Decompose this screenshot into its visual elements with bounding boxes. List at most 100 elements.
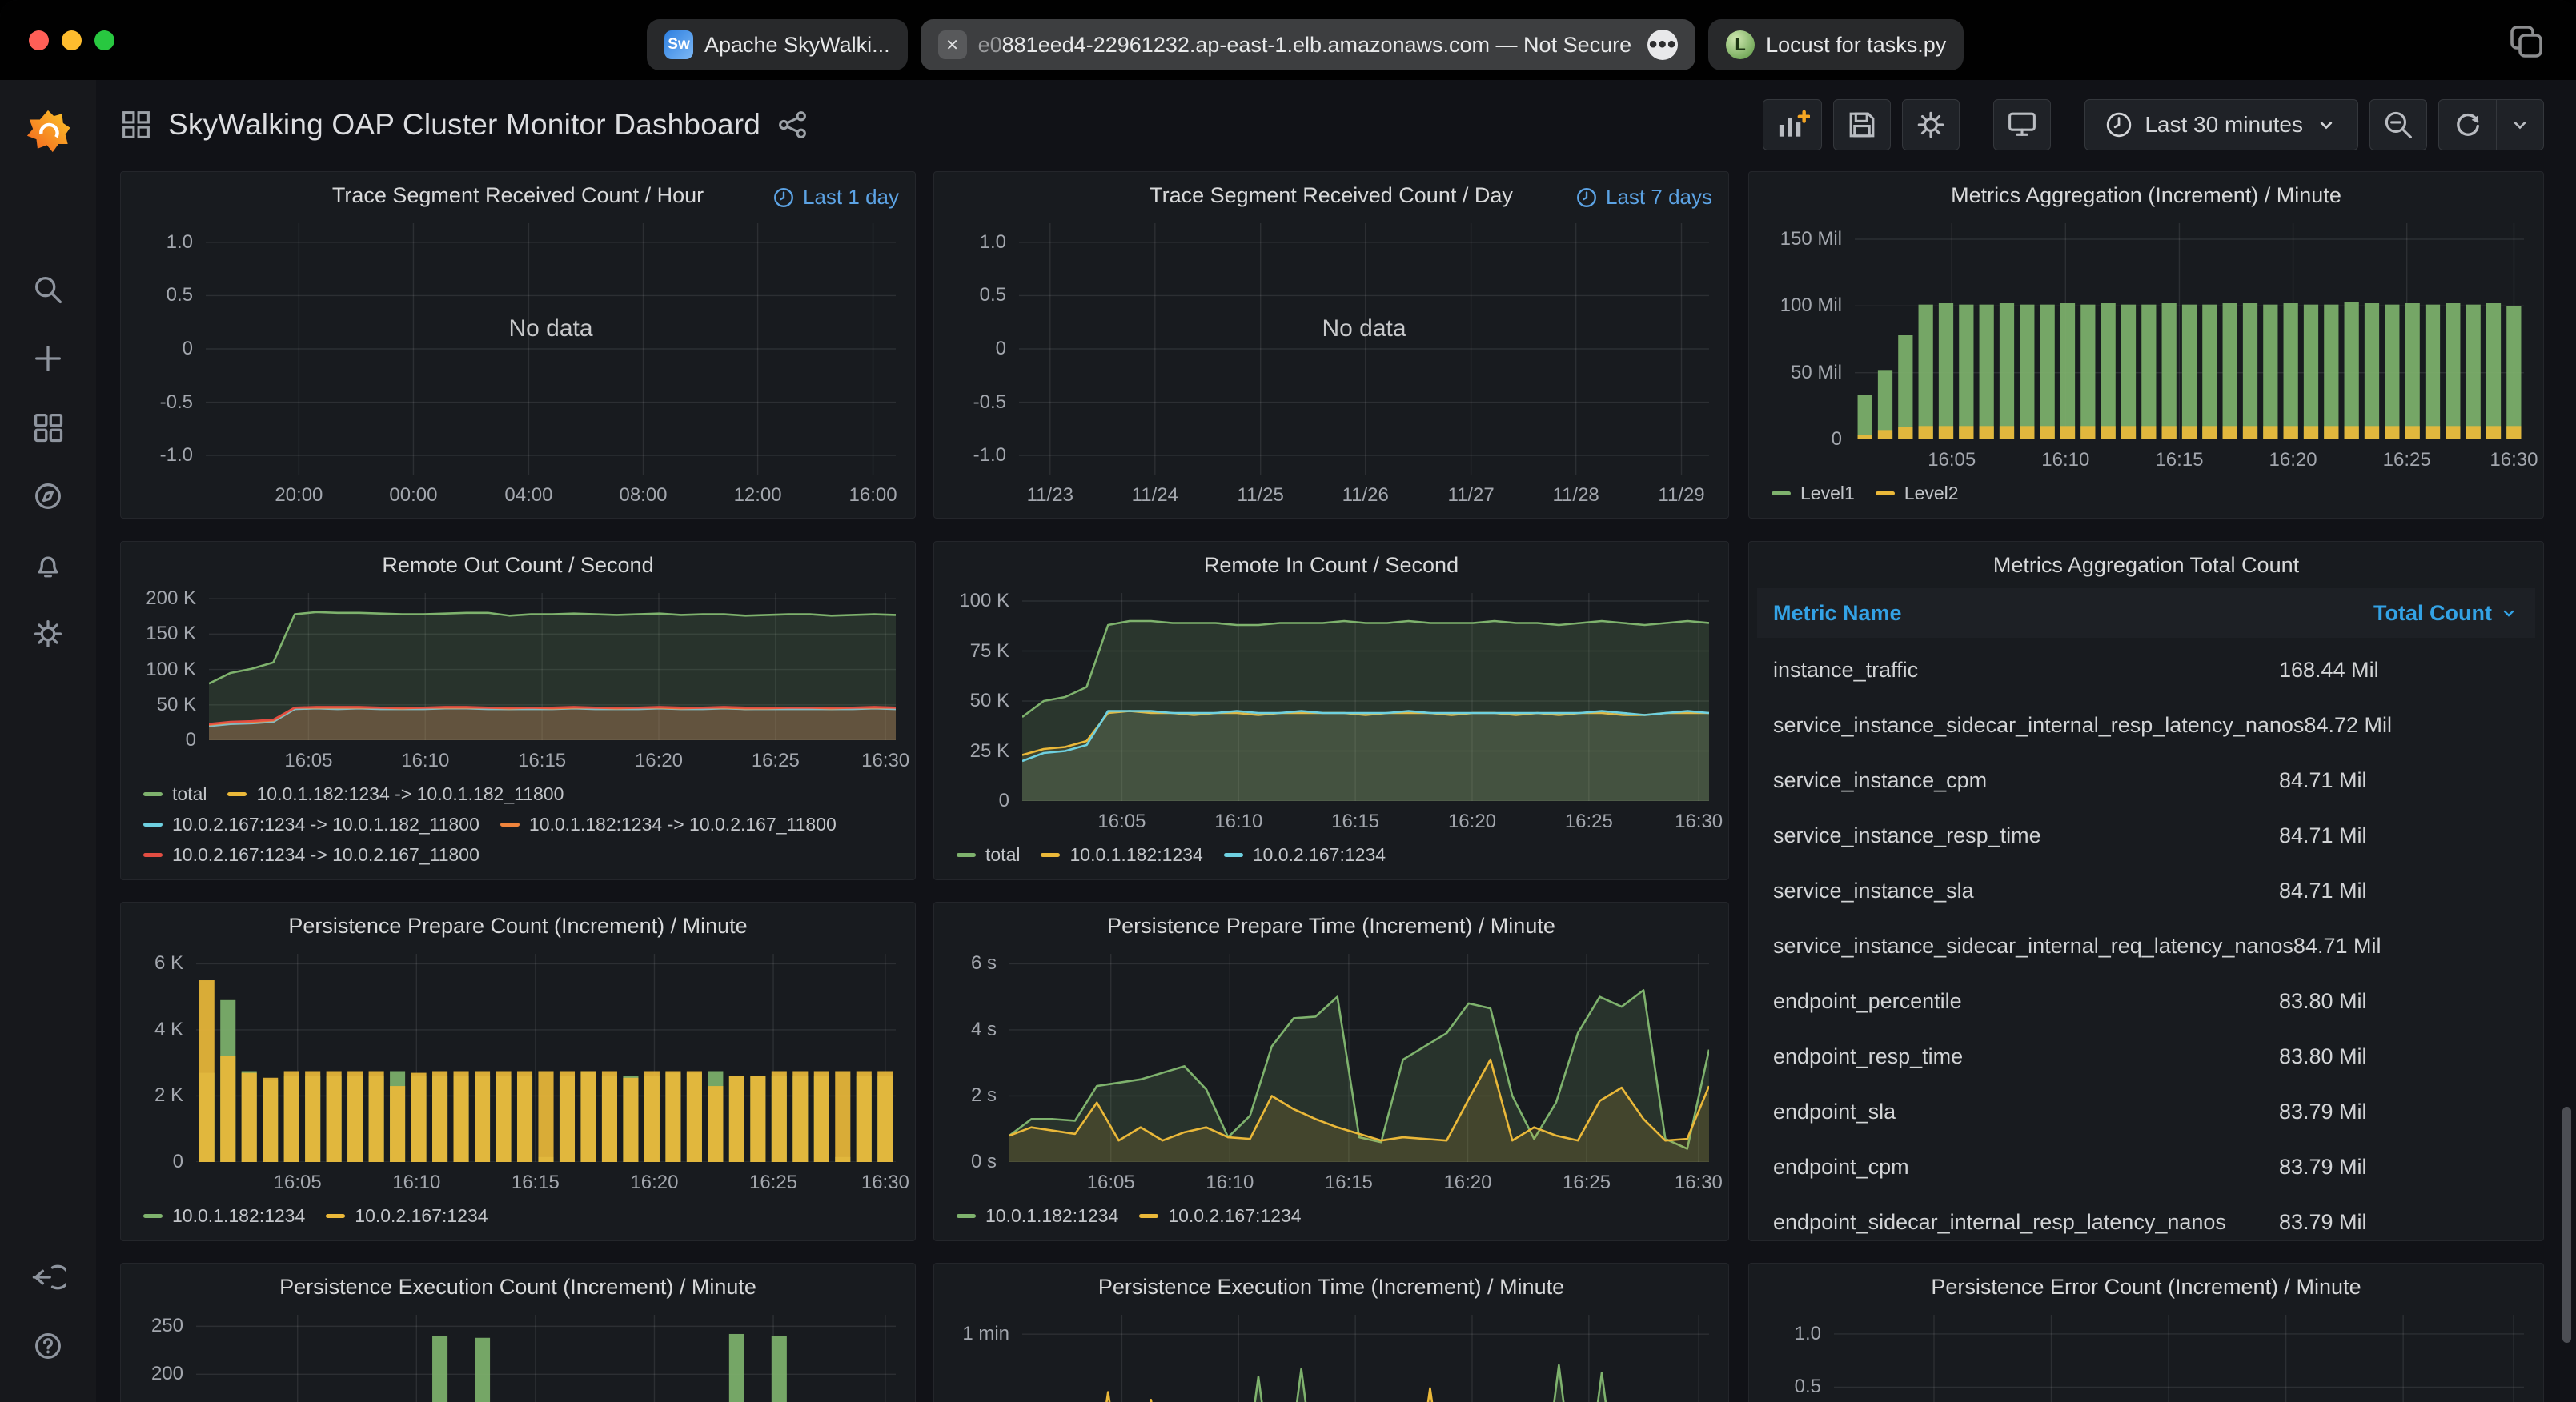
chart-plot-area[interactable] (209, 593, 896, 740)
panel-title[interactable]: Metrics Aggregation Total Count (1749, 542, 2543, 588)
x-axis-label: 16:05 (1928, 449, 1976, 471)
add-panel-button[interactable] (1763, 99, 1822, 150)
legend-item[interactable]: total (143, 779, 207, 809)
add-panel-icon (1775, 107, 1810, 142)
legend-item[interactable]: 10.0.1.182:1234 -> 10.0.1.182_11800 (227, 779, 564, 809)
save-dashboard-button[interactable] (1833, 99, 1891, 150)
table-row: service_instance_sidecar_internal_resp_l… (1749, 698, 2543, 753)
legend-item[interactable]: 10.0.2.167:1234 -> 10.0.1.182_11800 (143, 809, 479, 839)
panel-title[interactable]: Persistence Prepare Count (Increment) / … (121, 903, 915, 949)
chart-plot-area[interactable] (1022, 1315, 1709, 1402)
panel-time-override-badge[interactable]: Last 7 days (1575, 185, 1712, 210)
sidebar-configuration-button[interactable] (14, 600, 82, 667)
x-axis-label: 16:20 (1448, 811, 1496, 833)
window-minimize-button[interactable] (62, 30, 82, 50)
tab-more-icon[interactable]: ••• (1647, 30, 1678, 60)
x-axis-label: 16:00 (849, 484, 897, 507)
x-axis-label: 16:20 (630, 1172, 678, 1194)
panel-time-override-badge[interactable]: Last 1 day (772, 185, 899, 210)
y-axis-label: 75 K (970, 640, 1009, 663)
zoom-out-time-button[interactable] (2369, 99, 2427, 150)
x-axis-label: 16:30 (861, 750, 909, 772)
legend-item[interactable]: Level2 (1876, 478, 1959, 508)
skywalking-favicon-icon: Sw (664, 30, 693, 59)
chart-plot-area[interactable] (1022, 593, 1709, 801)
panel-title[interactable]: Persistence Execution Count (Increment) … (121, 1264, 915, 1310)
y-axis-label: 1.0 (167, 231, 193, 254)
chart-plot-area[interactable] (1009, 954, 1709, 1162)
tab-overview-icon[interactable] (2506, 22, 2547, 64)
x-axis-label: 08:00 (619, 484, 667, 507)
close-tab-icon[interactable]: ✕ (938, 30, 967, 59)
y-axis-label: 6 K (154, 952, 183, 975)
total-count-cell: 83.79 Mil (2279, 1155, 2519, 1180)
metric-name-cell: service_instance_sidecar_internal_req_la… (1773, 934, 2293, 959)
tab-locust[interactable]: L Locust for tasks.py (1708, 19, 1964, 70)
time-range-picker[interactable]: Last 30 minutes (2084, 99, 2358, 150)
chart-plot-area[interactable] (1019, 223, 1709, 475)
browser-window: Sw Apache SkyWalki... ✕ e0881eed4-229612… (0, 0, 2576, 1402)
metric-name-cell: endpoint_sidecar_internal_resp_latency_n… (1773, 1210, 2226, 1235)
x-axis-label: 16:10 (2041, 449, 2089, 471)
sidebar-explore-button[interactable] (14, 463, 82, 530)
chart-plot-area[interactable] (1834, 1315, 2524, 1402)
x-axis-label: 11/23 (1027, 484, 1073, 507)
panel-title[interactable]: Remote Out Count / Second (121, 542, 915, 588)
sidebar-help-button[interactable] (14, 1312, 82, 1380)
sidebar-create-button[interactable] (14, 325, 82, 392)
chart-plot-area[interactable] (1855, 223, 2524, 439)
cycle-view-mode-button[interactable] (1993, 99, 2051, 150)
panel-title[interactable]: Persistence Error Count (Increment) / Mi… (1749, 1264, 2543, 1310)
sidebar-alerting-button[interactable] (14, 531, 82, 599)
y-axis-label: 50 K (157, 694, 196, 716)
dashboard-grid: Trace Segment Received Count / HourLast … (96, 170, 2576, 1402)
grafana-logo[interactable] (14, 98, 82, 165)
legend-item[interactable]: 10.0.1.182:1234 -> 10.0.2.167_11800 (500, 809, 837, 839)
sidebar-search-button[interactable] (14, 256, 82, 323)
tab-grafana-dashboard[interactable]: ✕ e0881eed4-22961232.ap-east-1.elb.amazo… (921, 19, 1696, 70)
locust-favicon-icon: L (1726, 30, 1755, 59)
legend-item[interactable]: 10.0.2.167:1234 (326, 1200, 488, 1231)
table-header-total-count[interactable]: Total Count (2373, 601, 2519, 626)
share-icon[interactable] (776, 109, 809, 141)
y-axis-label: 200 (151, 1363, 183, 1385)
legend-item[interactable]: 10.0.2.167:1234 -> 10.0.2.167_11800 (143, 839, 479, 870)
grafana-sidebar (0, 80, 96, 1402)
refresh-dashboard-button[interactable] (2438, 99, 2496, 150)
total-count-cell: 83.80 Mil (2279, 989, 2519, 1014)
refresh-icon (2452, 109, 2484, 141)
panel-title[interactable]: Persistence Prepare Time (Increment) / M… (934, 903, 1728, 949)
page-title[interactable]: SkyWalking OAP Cluster Monitor Dashboard (168, 108, 760, 142)
window-maximize-button[interactable] (94, 30, 114, 50)
x-axis-label: 11/29 (1658, 484, 1704, 507)
legend-item[interactable]: 10.0.2.167:1234 (1139, 1200, 1301, 1231)
y-axis-label: 1.0 (980, 231, 1006, 254)
y-axis-label: 50 K (970, 690, 1009, 712)
panel-metrics-aggregation-increment-minute: Metrics Aggregation (Increment) / Minute… (1748, 171, 2544, 519)
chart-plot-area[interactable] (206, 223, 896, 475)
legend-item[interactable]: 10.0.1.182:1234 (1041, 839, 1202, 870)
dashboard-settings-button[interactable] (1902, 99, 1960, 150)
window-close-button[interactable] (29, 30, 49, 50)
table-row: endpoint_sla83.79 Mil (1749, 1084, 2543, 1140)
legend-item[interactable]: 10.0.1.182:1234 (143, 1200, 305, 1231)
panel-title[interactable]: Metrics Aggregation (Increment) / Minute (1749, 172, 2543, 218)
chart-plot-area[interactable] (196, 1315, 896, 1402)
sidebar-dashboards-button[interactable] (14, 394, 82, 461)
panel-title[interactable]: Persistence Execution Time (Increment) /… (934, 1264, 1728, 1310)
x-axis-label: 16:25 (1563, 1172, 1611, 1194)
panel-title[interactable]: Remote In Count / Second (934, 542, 1728, 588)
table-header-metric-name[interactable]: Metric Name (1773, 601, 1902, 626)
y-axis-label: 6 s (971, 952, 997, 975)
y-axis-label: 0 (996, 338, 1006, 360)
x-axis-label: 16:15 (512, 1172, 560, 1194)
refresh-interval-dropdown[interactable] (2496, 99, 2544, 150)
legend-item[interactable]: Level1 (1772, 478, 1855, 508)
legend-item[interactable]: total (957, 839, 1020, 870)
sidebar-sign-in-button[interactable] (14, 1244, 82, 1311)
chart-plot-area[interactable] (196, 954, 896, 1162)
legend-item[interactable]: 10.0.1.182:1234 (957, 1200, 1118, 1231)
tab-apache-skywalking[interactable]: Sw Apache SkyWalki... (647, 19, 908, 70)
scrollbar-thumb[interactable] (2562, 1107, 2571, 1343)
legend-item[interactable]: 10.0.2.167:1234 (1224, 839, 1386, 870)
